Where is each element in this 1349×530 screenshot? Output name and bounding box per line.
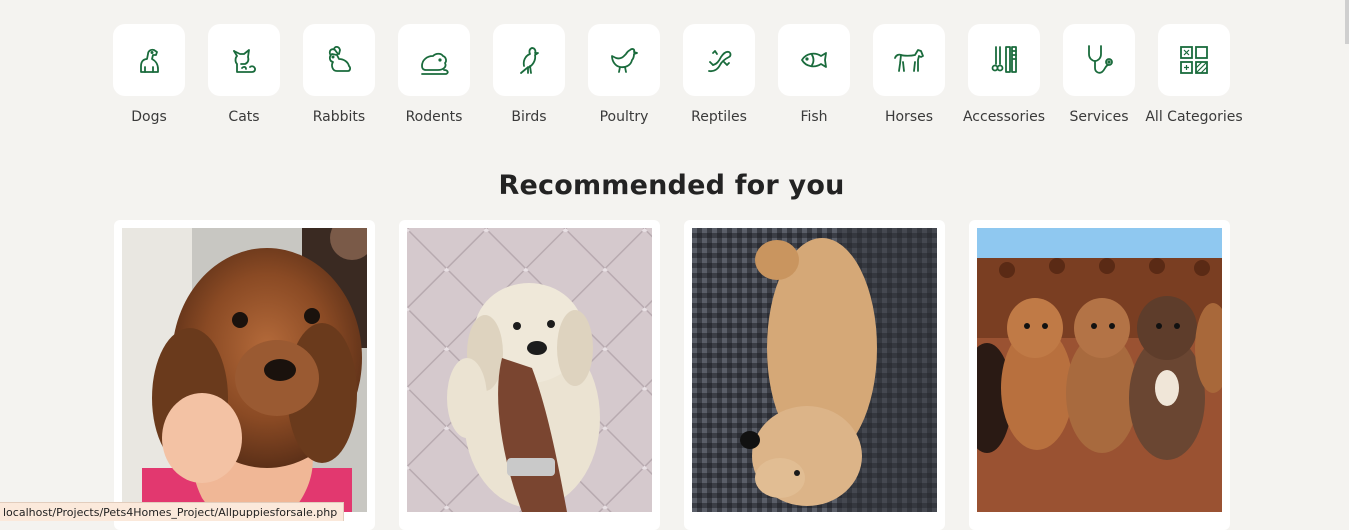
category-tile[interactable] <box>493 24 565 96</box>
category-tile[interactable] <box>1158 24 1230 96</box>
category-tile[interactable] <box>968 24 1040 96</box>
puppy-photo-2 <box>407 228 652 512</box>
listing-card[interactable] <box>684 220 945 530</box>
category-label: Reptiles <box>691 109 747 125</box>
category-all[interactable]: All Categories <box>1145 24 1243 128</box>
category-label: Rodents <box>405 109 463 125</box>
category-tile[interactable] <box>588 24 660 96</box>
category-rabbits[interactable]: Rabbits <box>303 24 375 128</box>
category-birds[interactable]: Birds <box>493 24 565 128</box>
listing-card[interactable] <box>969 220 1230 530</box>
horse-icon <box>894 49 924 72</box>
category-tile[interactable] <box>208 24 280 96</box>
fish-icon <box>801 52 827 68</box>
category-label: Poultry <box>599 109 649 125</box>
grooming-tools-icon <box>991 46 1017 73</box>
rodent-icon <box>421 52 449 75</box>
chicken-icon <box>611 48 638 73</box>
category-label: All Categories <box>1145 109 1243 125</box>
category-cats[interactable]: Cats <box>208 24 280 128</box>
listing-photo[interactable] <box>692 228 937 512</box>
category-label: Cats <box>228 109 260 125</box>
category-tile[interactable] <box>303 24 375 96</box>
category-poultry[interactable]: Poultry <box>588 24 660 128</box>
category-label: Fish <box>800 109 828 125</box>
category-horses[interactable]: Horses <box>873 24 945 128</box>
category-dogs[interactable]: Dogs <box>113 24 185 128</box>
category-tile[interactable] <box>683 24 755 96</box>
listing-card[interactable] <box>399 220 660 530</box>
listing-photo[interactable] <box>407 228 652 512</box>
category-reptiles[interactable]: Reptiles <box>683 24 755 128</box>
category-rodents[interactable]: Rodents <box>398 24 470 128</box>
category-nav: Dogs Cats Rabbits Rodents Birds Poultry … <box>113 24 1243 128</box>
category-label: Services <box>1069 109 1129 125</box>
puppy-photo-3 <box>692 228 937 512</box>
stethoscope-icon <box>1088 45 1113 74</box>
listing-photo[interactable] <box>122 228 367 512</box>
section-heading: Recommended for you <box>498 170 845 201</box>
category-label: Birds <box>511 109 547 125</box>
bird-icon <box>520 47 539 74</box>
cat-icon <box>233 49 256 73</box>
category-label: Dogs <box>131 109 167 125</box>
category-label: Horses <box>884 109 934 125</box>
category-services[interactable]: Services <box>1063 24 1135 128</box>
puppy-photo-4 <box>977 228 1222 512</box>
category-accessories[interactable]: Accessories <box>963 24 1045 128</box>
category-tile[interactable] <box>778 24 850 96</box>
category-tile[interactable] <box>1063 24 1135 96</box>
puppy-photo-1 <box>122 228 367 512</box>
grid-icon <box>1180 46 1208 74</box>
category-label: Rabbits <box>312 109 366 125</box>
category-tile[interactable] <box>113 24 185 96</box>
category-label: Accessories <box>962 109 1046 125</box>
browser-status-url: localhost/Projects/Pets4Homes_Project/Al… <box>0 502 345 521</box>
recommended-list <box>114 220 1230 530</box>
listing-card[interactable] <box>114 220 375 530</box>
lizard-icon <box>708 50 732 73</box>
category-fish[interactable]: Fish <box>778 24 850 128</box>
category-tile[interactable] <box>398 24 470 96</box>
category-tile[interactable] <box>873 24 945 96</box>
scrollbar-thumb[interactable] <box>1345 0 1349 44</box>
dog-icon <box>140 48 159 73</box>
listing-photo[interactable] <box>977 228 1222 512</box>
rabbit-icon <box>328 45 351 72</box>
